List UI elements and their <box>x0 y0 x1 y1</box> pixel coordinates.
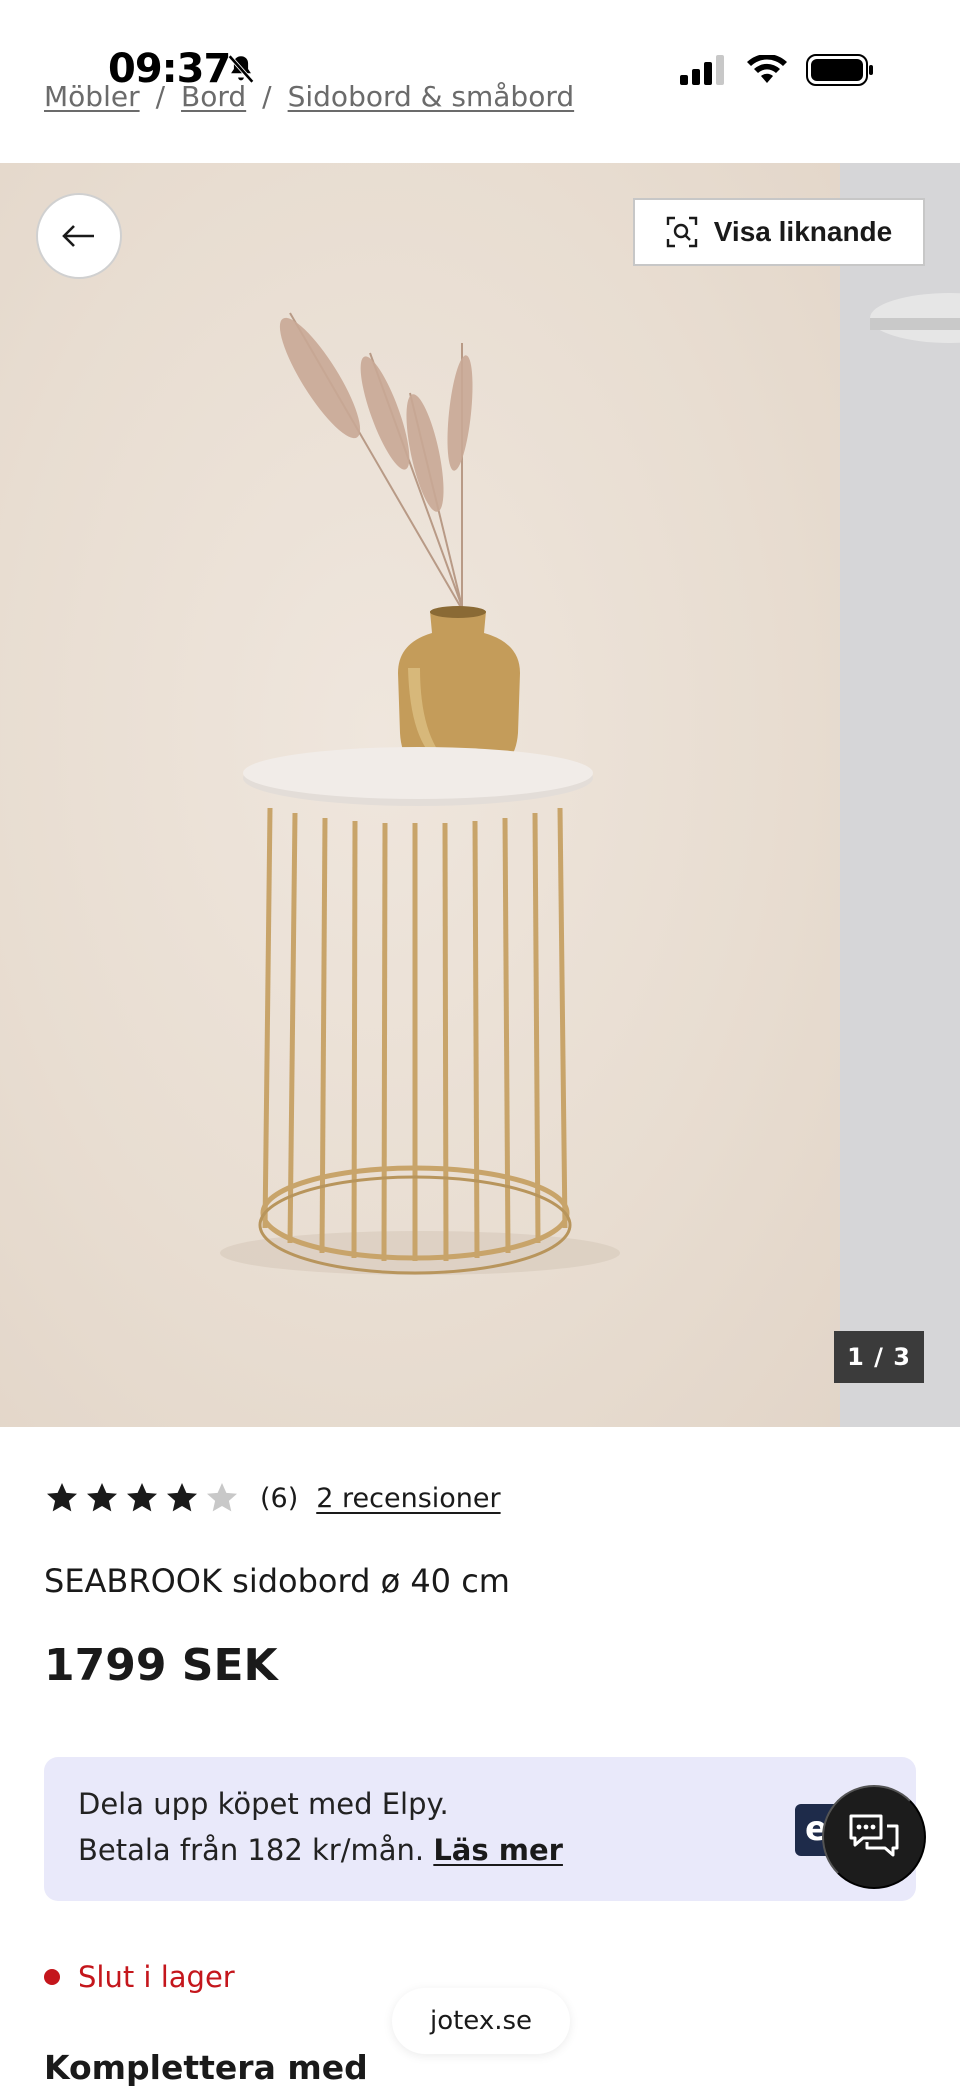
stock-status: Slut i lager <box>44 1960 235 1994</box>
star-filled-icon <box>87 1483 117 1512</box>
star-filled-icon <box>47 1483 77 1512</box>
star-rating <box>44 1480 240 1516</box>
breadcrumb-item-sidobord[interactable]: Sidobord & småbord <box>288 80 575 113</box>
star-filled-icon <box>167 1483 197 1512</box>
product-image-gallery[interactable]: Visa liknande 1 / 3 <box>0 163 960 1427</box>
elpy-read-more-link[interactable]: Läs mer <box>433 1833 563 1867</box>
visa-liknande-button[interactable]: Visa liknande <box>633 198 925 266</box>
elpy-installment-amount: Betala från 182 kr/mån. <box>78 1833 425 1867</box>
next-product-image-preview[interactable] <box>840 163 960 1427</box>
rating-count: (6) <box>260 1482 299 1514</box>
elpy-headline: Dela upp köpet med Elpy. <box>78 1787 449 1821</box>
side-table-illustration <box>220 312 620 1275</box>
visa-liknande-label: Visa liknande <box>713 216 893 247</box>
product-rating: (6) 2 recensioner <box>44 1480 501 1516</box>
status-indicators <box>680 54 874 86</box>
chat-bubbles-icon <box>849 1814 899 1857</box>
breadcrumb: Möbler / Bord / Sidobord & småbord <box>44 80 574 113</box>
breadcrumb-separator: / <box>262 80 272 113</box>
product-image[interactable] <box>0 163 840 1427</box>
arrow-left-icon <box>62 225 94 247</box>
chat-button[interactable] <box>822 1785 926 1889</box>
cellular-signal-icon <box>680 55 724 85</box>
star-filled-icon <box>127 1483 157 1512</box>
breadcrumb-item-bord[interactable]: Bord <box>181 80 246 113</box>
elpy-payment-banner: Dela upp köpet med Elpy. Betala från 182… <box>44 1757 916 1901</box>
star-empty-icon <box>207 1483 237 1512</box>
elpy-installment-text: Betala från 182 kr/mån. Läs mer <box>78 1833 563 1867</box>
breadcrumb-separator: / <box>155 80 166 113</box>
product-price: 1799 SEK <box>44 1640 278 1691</box>
breadcrumb-item-mobler[interactable]: Möbler <box>44 80 140 113</box>
battery-icon <box>806 54 873 86</box>
visual-search-icon <box>666 216 697 248</box>
complement-section-title: Komplettera med <box>44 2048 368 2086</box>
product-title: SEABROOK sidobord ø 40 cm <box>44 1562 510 1600</box>
next-image-illustration <box>870 293 960 343</box>
image-counter: 1 / 3 <box>834 1331 924 1383</box>
wifi-icon <box>747 55 787 83</box>
reviews-link[interactable]: 2 recensioner <box>316 1483 500 1514</box>
back-button[interactable] <box>36 193 122 279</box>
out-of-stock-dot-icon <box>44 1969 60 1985</box>
browser-url-pill[interactable]: jotex.se <box>392 1988 570 2054</box>
stock-status-label: Slut i lager <box>78 1960 235 1994</box>
